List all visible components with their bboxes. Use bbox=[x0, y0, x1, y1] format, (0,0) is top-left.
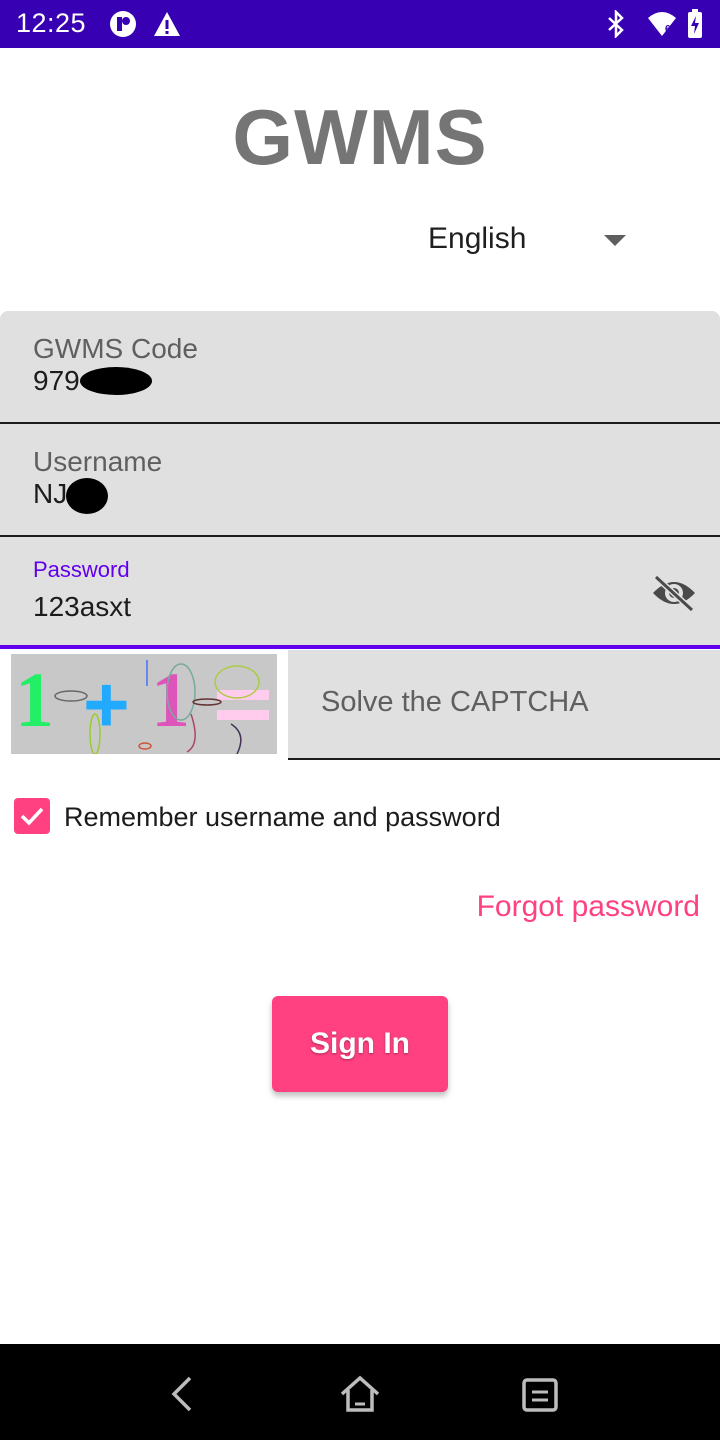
remember-checkbox[interactable] bbox=[14, 798, 50, 834]
remember-label: Remember username and password bbox=[64, 802, 501, 832]
battery-icon bbox=[688, 9, 702, 38]
password-field[interactable]: Password 123asxt bbox=[0, 537, 720, 649]
language-spinner[interactable]: English bbox=[420, 214, 640, 270]
redaction-mark bbox=[66, 478, 108, 514]
forgot-password-link[interactable]: Forgot password bbox=[477, 890, 700, 924]
redaction-mark bbox=[80, 367, 152, 395]
sign-in-button[interactable]: Sign In bbox=[272, 996, 448, 1092]
password-value: 123asxt bbox=[33, 591, 132, 622]
bluetooth-icon bbox=[608, 10, 624, 38]
captcha-graphic: 1 + 1 bbox=[15, 656, 269, 754]
recents-icon[interactable] bbox=[518, 1372, 562, 1416]
captcha-input[interactable]: Solve the CAPTCHA bbox=[288, 650, 720, 760]
app-title: GWMS bbox=[232, 93, 488, 181]
svg-text:1: 1 bbox=[151, 656, 190, 743]
password-label: Password bbox=[33, 557, 130, 582]
svg-text:6: 6 bbox=[665, 24, 671, 35]
username-label: Username bbox=[33, 446, 163, 477]
checkmark-icon bbox=[20, 807, 44, 826]
svg-text:1: 1 bbox=[15, 656, 54, 743]
visibility-off-icon[interactable] bbox=[650, 573, 698, 613]
gwms-code-value: 979 bbox=[33, 365, 80, 396]
gwms-code-label: GWMS Code bbox=[33, 333, 198, 364]
warning-icon bbox=[154, 12, 180, 36]
back-icon[interactable] bbox=[160, 1372, 204, 1416]
language-selected: English bbox=[428, 222, 527, 255]
username-value: NJ bbox=[33, 478, 68, 509]
username-field[interactable]: Username NJ bbox=[0, 424, 720, 537]
app-notification-icon bbox=[110, 11, 136, 37]
status-time: 12:25 bbox=[16, 8, 87, 38]
captcha-placeholder: Solve the CAPTCHA bbox=[321, 686, 589, 718]
dropdown-arrow-icon bbox=[604, 235, 626, 246]
wifi-icon: 6 bbox=[648, 12, 676, 36]
captcha-image[interactable]: 1 + 1 bbox=[11, 654, 277, 754]
navigation-bar bbox=[0, 1344, 720, 1440]
home-icon[interactable] bbox=[338, 1372, 382, 1416]
status-bar: 12:25 6 bbox=[0, 0, 720, 48]
gwms-code-field[interactable]: GWMS Code 979 bbox=[0, 311, 720, 424]
